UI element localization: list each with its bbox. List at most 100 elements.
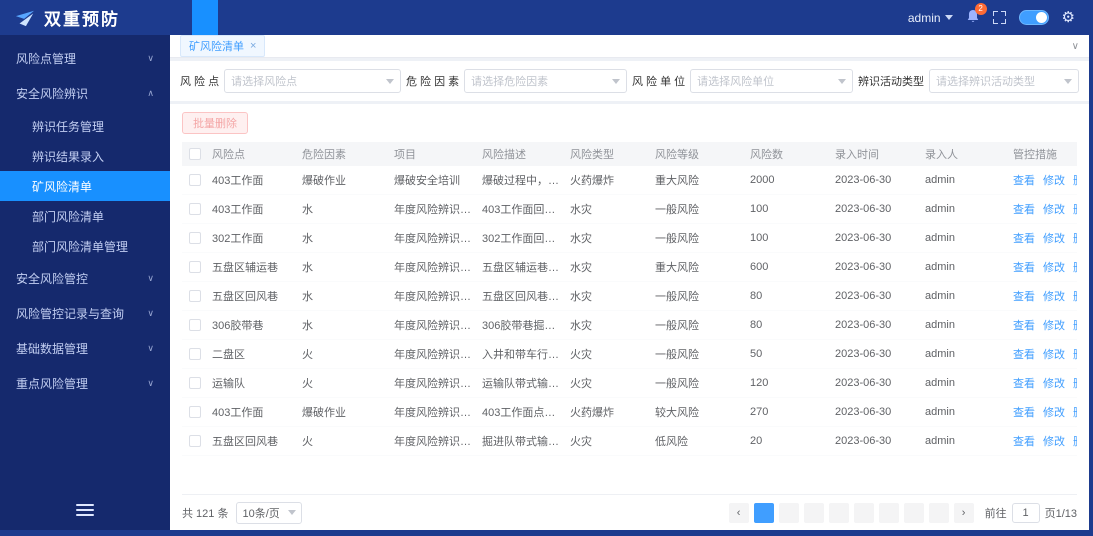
sidebar-item[interactable]: 部门风险清单 [0, 201, 170, 231]
edit-link[interactable]: 修改 [1043, 201, 1065, 217]
tab-dropdown-chevron-icon[interactable]: ∨ [1072, 41, 1079, 52]
view-link[interactable]: 查看 [1013, 201, 1035, 217]
tab-mine-risk-list[interactable]: 矿风险清单 × [180, 35, 266, 57]
edit-link[interactable]: 修改 [1043, 288, 1065, 304]
delete-link[interactable]: 删除 [1073, 172, 1077, 188]
filter-select[interactable]: 请选择风险点 [224, 69, 401, 93]
delete-link[interactable]: 删除 [1073, 201, 1077, 217]
nav-item[interactable] [400, 0, 426, 35]
delete-link[interactable]: 删除 [1073, 317, 1077, 333]
edit-link[interactable]: 修改 [1043, 433, 1065, 449]
row-checkbox[interactable] [189, 290, 201, 302]
delete-link[interactable]: 删除 [1073, 230, 1077, 246]
sidebar-item[interactable]: 安全风险辨识 ∧ [0, 76, 170, 111]
sidebar: 风险点管理 ∨ 安全风险辨识 ∧ 辨识任务管理 辨识结果录入 矿风险清单 部门风… [0, 35, 170, 530]
edit-link[interactable]: 修改 [1043, 230, 1065, 246]
nav-item[interactable] [166, 0, 192, 35]
table-row: 403工作面 爆破作业 爆破安全培训 爆破过程中，非作... 火药爆炸 重大风险… [182, 166, 1077, 195]
edit-link[interactable]: 修改 [1043, 375, 1065, 391]
sidebar-item[interactable]: 安全风险管控 ∨ [0, 261, 170, 296]
sidebar-item[interactable]: 部门风险清单管理 [0, 231, 170, 261]
view-link[interactable]: 查看 [1013, 346, 1035, 362]
edit-link[interactable]: 修改 [1043, 259, 1065, 275]
row-checkbox[interactable] [189, 261, 201, 273]
page-number-button[interactable] [803, 502, 824, 523]
sidebar-item[interactable]: 风险点管理 ∨ [0, 41, 170, 76]
sidebar-item[interactable]: 基础数据管理 ∨ [0, 331, 170, 366]
view-link[interactable]: 查看 [1013, 317, 1035, 333]
nav-item[interactable] [322, 0, 348, 35]
view-link[interactable]: 查看 [1013, 172, 1035, 188]
view-link[interactable]: 查看 [1013, 433, 1035, 449]
chevron-down-icon [612, 78, 620, 84]
page-number-button[interactable] [878, 502, 899, 523]
nav-item[interactable] [374, 0, 400, 35]
chevron-icon: ∨ [147, 343, 154, 353]
page-number-button[interactable] [778, 502, 799, 523]
jump-label: 前往 [984, 507, 1007, 520]
sidebar-item[interactable]: 风险管控记录与查询 ∨ [0, 296, 170, 331]
settings-gear-icon[interactable]: ⚙ [1062, 10, 1075, 25]
filter-select[interactable]: 请选择危险因素 [464, 69, 627, 93]
page-number-button[interactable] [928, 502, 949, 523]
row-checkbox[interactable] [189, 377, 201, 389]
delete-link[interactable]: 删除 [1073, 259, 1077, 275]
row-checkbox[interactable] [189, 203, 201, 215]
nav-item[interactable] [218, 0, 244, 35]
user-menu[interactable]: admin [908, 11, 953, 25]
row-checkbox[interactable] [189, 348, 201, 360]
theme-toggle[interactable] [1018, 10, 1049, 25]
nav-item[interactable] [270, 0, 296, 35]
row-checkbox[interactable] [189, 319, 201, 331]
delete-link[interactable]: 删除 [1073, 288, 1077, 304]
sidebar-item-label: 部门风险清单 [32, 209, 105, 224]
prev-page-button[interactable]: ‹ [728, 502, 749, 523]
row-checkbox[interactable] [189, 232, 201, 244]
batch-delete-button[interactable]: 批量删除 [182, 112, 248, 134]
notifications-button[interactable]: 2 [966, 2, 987, 27]
fullscreen-button[interactable] [992, 11, 1006, 24]
page-number-button[interactable] [853, 502, 874, 523]
row-checkbox[interactable] [189, 174, 201, 186]
delete-link[interactable]: 删除 [1073, 346, 1077, 362]
sidebar-item[interactable]: 重点风险管理 ∨ [0, 366, 170, 401]
nav-item[interactable] [244, 0, 270, 35]
view-link[interactable]: 查看 [1013, 288, 1035, 304]
view-link[interactable]: 查看 [1013, 404, 1035, 420]
row-checkbox[interactable] [189, 435, 201, 447]
nav-item[interactable] [296, 0, 322, 35]
select-all-checkbox[interactable] [189, 148, 201, 160]
sidebar-item[interactable]: 矿风险清单 [0, 171, 170, 201]
nav-item[interactable] [192, 0, 218, 35]
delete-link[interactable]: 删除 [1073, 433, 1077, 449]
view-link[interactable]: 查看 [1013, 375, 1035, 391]
filter-select[interactable]: 请选择风险单位 [690, 69, 853, 93]
view-link[interactable]: 查看 [1013, 230, 1035, 246]
close-icon[interactable]: × [250, 40, 256, 52]
row-checkbox[interactable] [189, 406, 201, 418]
delete-link[interactable]: 删除 [1073, 404, 1077, 420]
jump-page-input[interactable] [1011, 502, 1040, 523]
sidebar-item-label: 辨识结果录入 [32, 149, 105, 164]
page-size-select[interactable]: 10条/页 [236, 501, 303, 524]
page-number-button[interactable] [828, 502, 849, 523]
next-page-button[interactable]: › [953, 502, 974, 523]
page-buttons: ‹ › 前往 页1/13 [728, 502, 1077, 523]
nav-item[interactable] [348, 0, 374, 35]
navbar-right: admin 2 ⚙ [908, 2, 1089, 27]
sidebar-item[interactable]: 辨识结果录入 [0, 141, 170, 171]
delete-link[interactable]: 删除 [1073, 375, 1077, 391]
sidebar-item[interactable]: 辨识任务管理 [0, 111, 170, 141]
edit-link[interactable]: 修改 [1043, 346, 1065, 362]
page-number-button[interactable] [753, 502, 774, 523]
chevron-icon: ∨ [147, 273, 154, 283]
sidebar-collapse-button[interactable] [0, 494, 170, 530]
edit-link[interactable]: 修改 [1043, 317, 1065, 333]
edit-link[interactable]: 修改 [1043, 404, 1065, 420]
page-number-button[interactable] [903, 502, 924, 523]
edit-link[interactable]: 修改 [1043, 172, 1065, 188]
filter-select[interactable]: 请选择辨识活动类型 [929, 69, 1079, 93]
sidebar-item-label: 部门风险清单管理 [32, 239, 129, 254]
view-link[interactable]: 查看 [1013, 259, 1035, 275]
sidebar-item-label: 安全风险管控 [16, 272, 89, 286]
